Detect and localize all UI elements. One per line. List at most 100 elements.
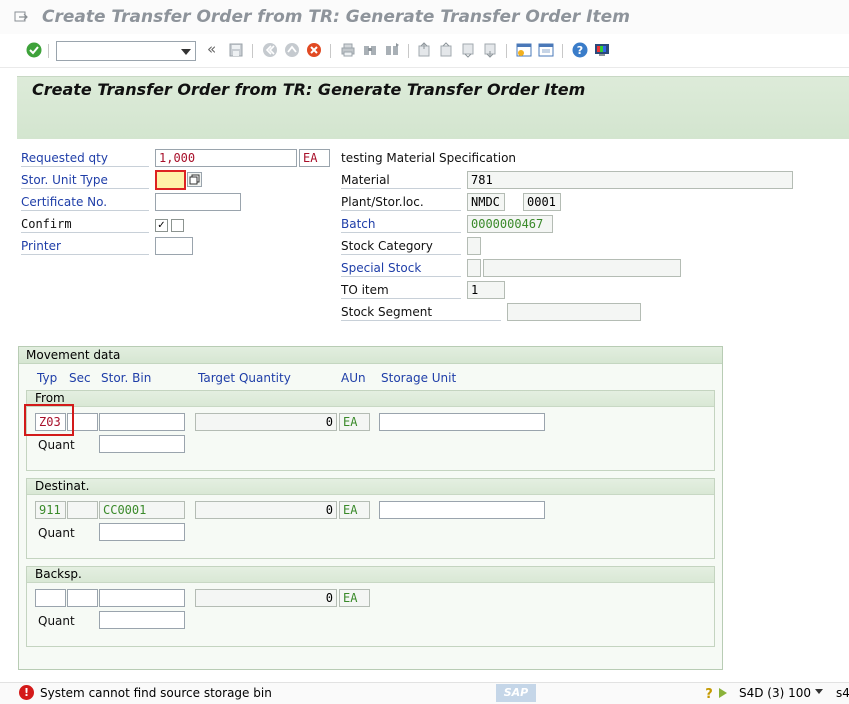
movement-data-title: Movement data xyxy=(19,347,722,364)
chevron-down-icon[interactable] xyxy=(181,49,191,55)
column-header-aun: AUn xyxy=(341,371,366,385)
page-title: Create Transfer Order from TR: Generate … xyxy=(32,80,586,99)
certificate-no-field[interactable] xyxy=(155,193,241,211)
print-icon[interactable] xyxy=(340,42,356,58)
command-field[interactable] xyxy=(56,41,196,61)
toolbar-separator xyxy=(506,44,507,58)
dest-aun-field: EA xyxy=(339,501,370,519)
from-section-title: From xyxy=(27,391,714,407)
requested-qty-unit-field[interactable]: EA xyxy=(299,149,330,167)
stock-segment-field xyxy=(507,303,641,321)
error-icon: ! xyxy=(19,685,34,700)
stock-category-field xyxy=(467,237,481,255)
system-info: S4D (3) 100 xyxy=(739,686,812,700)
dest-quant-field[interactable] xyxy=(99,523,185,541)
first-page-icon[interactable] xyxy=(416,42,432,58)
back-icon[interactable] xyxy=(262,42,278,58)
dest-section-field xyxy=(67,501,98,519)
printer-field[interactable] xyxy=(155,237,193,255)
stor-unit-type-label[interactable]: Stor. Unit Type xyxy=(21,173,149,189)
window-title: Create Transfer Order from TR: Generate … xyxy=(42,7,630,27)
svg-text:?: ? xyxy=(577,44,583,57)
storage-location-field: 0001 xyxy=(523,193,561,211)
find-next-icon[interactable] xyxy=(384,42,400,58)
plant-field: NMDC xyxy=(467,193,505,211)
shortcut-icon[interactable] xyxy=(538,42,554,58)
dest-storage-unit-field[interactable] xyxy=(379,501,545,519)
enter-icon[interactable] xyxy=(26,42,42,58)
to-item-field: 1 xyxy=(467,281,505,299)
svg-text:?: ? xyxy=(705,687,713,700)
stock-segment-label: Stock Segment xyxy=(341,305,501,321)
column-header-sec: Sec xyxy=(69,371,91,385)
cancel-icon[interactable] xyxy=(306,42,322,58)
from-quant-field[interactable] xyxy=(99,435,185,453)
backsp-storage-type-field[interactable] xyxy=(35,589,66,607)
backspace-section-title: Backsp. xyxy=(27,567,714,583)
sap-logo: SAP xyxy=(496,684,536,702)
special-stock-desc-field xyxy=(483,259,681,277)
material-spec-text: testing Material Specification xyxy=(341,151,517,165)
backsp-target-qty-field: 0 xyxy=(195,589,337,607)
toolbar-separator xyxy=(252,44,253,58)
status-message[interactable]: System cannot find source storage bin xyxy=(40,686,272,700)
dest-quant-label: Quant xyxy=(38,526,75,540)
from-storage-bin-field[interactable] xyxy=(99,413,185,431)
window-menu-icon[interactable] xyxy=(14,11,28,23)
certificate-no-label[interactable]: Certificate No. xyxy=(21,195,149,211)
column-header-stor-bin: Stor. Bin xyxy=(101,371,152,385)
confirm-checkbox-secondary[interactable] xyxy=(171,219,184,232)
backsp-section-field[interactable] xyxy=(67,589,98,607)
find-icon[interactable] xyxy=(362,42,378,58)
confirm-label: Confirm xyxy=(21,217,149,233)
stock-category-label: Stock Category xyxy=(341,239,461,255)
server-info: s4 xyxy=(836,686,849,700)
destination-section-title: Destinat. xyxy=(27,479,714,495)
material-field: 781 xyxy=(467,171,793,189)
exit-icon[interactable] xyxy=(284,42,300,58)
confirm-checkbox[interactable]: ✓ xyxy=(155,219,168,232)
toolbar-separator xyxy=(562,44,563,58)
create-session-icon[interactable] xyxy=(516,42,532,58)
requested-qty-field[interactable]: 1,000 xyxy=(155,149,297,167)
dest-target-qty-field: 0 xyxy=(195,501,337,519)
special-stock-field xyxy=(467,259,481,277)
requested-qty-label[interactable]: Requested qty xyxy=(21,151,149,167)
backsp-quant-field[interactable] xyxy=(99,611,185,629)
plant-storloc-label: Plant/Stor.loc. xyxy=(341,195,461,211)
save-icon[interactable] xyxy=(228,42,244,58)
column-header-typ: Typ xyxy=(37,371,58,385)
batch-label[interactable]: Batch xyxy=(341,217,461,233)
value-help-icon[interactable] xyxy=(187,172,202,187)
special-stock-label[interactable]: Special Stock xyxy=(341,261,461,277)
material-label: Material xyxy=(341,173,461,189)
play-icon[interactable] xyxy=(718,687,728,699)
dest-storage-type-field: 911 xyxy=(35,501,66,519)
from-storage-unit-field[interactable] xyxy=(379,413,545,431)
previous-page-icon[interactable] xyxy=(438,42,454,58)
next-page-icon[interactable] xyxy=(460,42,476,58)
from-quant-label: Quant xyxy=(38,438,75,452)
backsp-aun-field: EA xyxy=(339,589,370,607)
customize-layout-icon[interactable] xyxy=(594,42,610,58)
system-dropdown-icon[interactable] xyxy=(815,689,823,694)
toolbar-separator xyxy=(330,44,331,58)
from-target-qty-field: 0 xyxy=(195,413,337,431)
batch-field: 0000000467 xyxy=(467,215,553,233)
help-question-icon[interactable]: ? xyxy=(702,686,716,700)
column-header-storage-unit: Storage Unit xyxy=(381,371,457,385)
stor-unit-type-field[interactable] xyxy=(155,170,186,190)
last-page-icon[interactable] xyxy=(482,42,498,58)
toolbar-separator xyxy=(48,44,49,58)
backsp-quant-label: Quant xyxy=(38,614,75,628)
column-header-target-quantity: Target Quantity xyxy=(198,371,291,385)
printer-label[interactable]: Printer xyxy=(21,239,149,255)
command-field-toggle-icon[interactable]: « xyxy=(207,40,216,58)
help-icon[interactable]: ? xyxy=(572,42,588,58)
backsp-storage-bin-field[interactable] xyxy=(99,589,185,607)
from-aun-field: EA xyxy=(339,413,370,431)
error-highlight-box xyxy=(24,404,74,436)
dest-storage-bin-field: CC0001 xyxy=(99,501,185,519)
toolbar-separator xyxy=(408,44,409,58)
to-item-label: TO item xyxy=(341,283,461,299)
